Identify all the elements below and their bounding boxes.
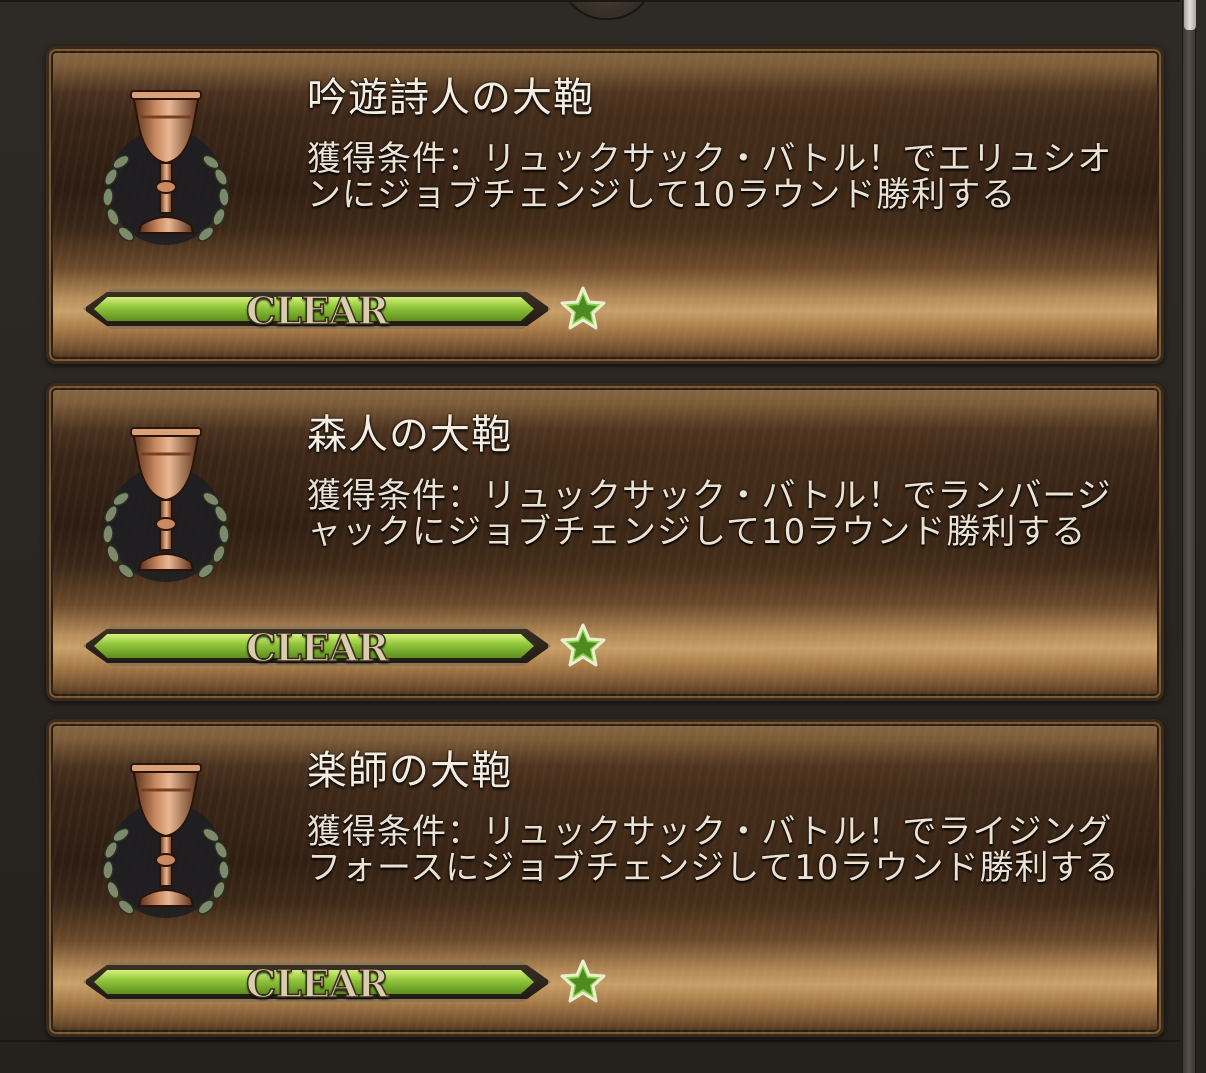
goblet-laurel-icon <box>102 90 230 245</box>
star-icon <box>560 286 606 330</box>
goblet-laurel-icon <box>102 427 230 582</box>
goblet-laurel-icon <box>102 763 230 918</box>
divider <box>0 1040 1180 1042</box>
progress-bar: CLEAR <box>83 962 551 1002</box>
header-ornament <box>560 0 654 20</box>
achievement-description: 獲得条件：リュックサック・バトル！でランバージャックにジョブチェンジして10ラウ… <box>307 476 1112 552</box>
achievement-description: 獲得条件：リュックサック・バトル！でエリュシオンにジョブチェンジして10ラウンド… <box>307 139 1113 215</box>
achievement-card[interactable]: 楽師の大鞄 獲得条件：リュックサック・バトル！でライジングフォースにジョブチェン… <box>46 719 1164 1037</box>
star-icon <box>560 959 606 1003</box>
progress-status-label: CLEAR <box>245 961 390 1006</box>
scrollbar-thumb[interactable] <box>1184 0 1196 30</box>
achievement-title: 吟遊詩人の大鞄 <box>307 75 594 121</box>
achievement-card[interactable]: 吟遊詩人の大鞄 獲得条件：リュックサック・バトル！でエリュシオンにジョブチェンジ… <box>46 46 1164 364</box>
star-icon <box>560 623 606 667</box>
progress-status-label: CLEAR <box>245 288 390 333</box>
progress-status-label: CLEAR <box>245 625 390 670</box>
progress-bar: CLEAR <box>83 289 551 329</box>
achievement-title: 森人の大鞄 <box>307 412 512 458</box>
achievement-description: 獲得条件：リュックサック・バトル！でライジングフォースにジョブチェンジして10ラ… <box>307 812 1120 888</box>
progress-bar: CLEAR <box>83 626 551 666</box>
scrollbar[interactable] <box>1182 0 1196 1073</box>
achievement-title: 楽師の大鞄 <box>307 748 512 794</box>
achievement-card[interactable]: 森人の大鞄 獲得条件：リュックサック・バトル！でランバージャックにジョブチェンジ… <box>46 383 1164 701</box>
divider <box>0 0 1180 2</box>
